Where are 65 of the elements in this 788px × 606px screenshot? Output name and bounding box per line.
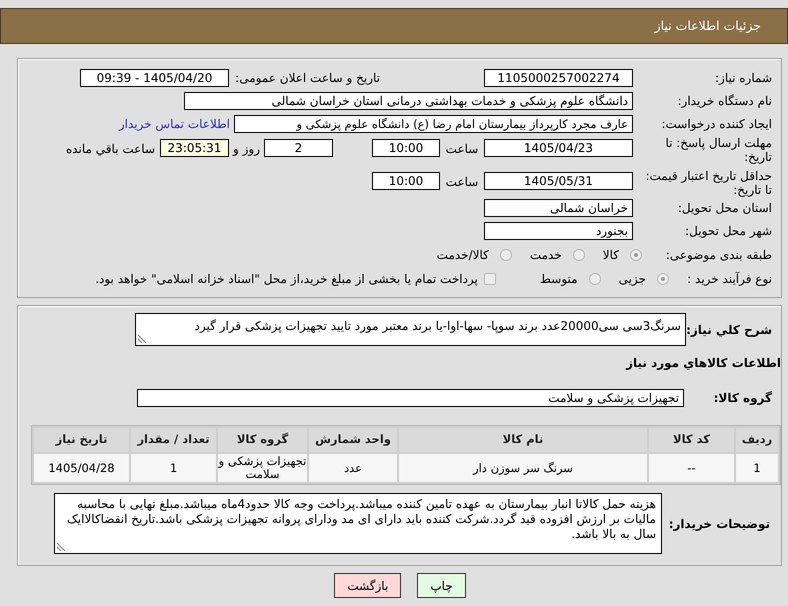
field-label: نام دستگاه خریدار: [676,92,772,110]
radio-button[interactable] [572,248,585,260]
buyer-org-field[interactable]: دانشگاه علوم پزشکی و خدمات بهداشتی درمانی استان خراسان شمالی [184,92,633,110]
field-label: گروه کالا: [712,390,772,407]
print-button[interactable]: چاپ [417,573,466,598]
radio-button[interactable] [588,273,601,285]
field-label: تاریخ و ساعت اعلان عمومی: [234,70,380,86]
section-heading: اطلاعات کالاهاي مورد نياز [624,355,781,372]
description-field[interactable]: سرنگ3سی سی20000عدد برند سوپا- سها-اوا-یا برند معتبر مورد تایید تجهیزات پزشکی قرار گیرد [135,313,686,346]
field-label: شماره نیاز: [714,70,772,86]
buyer-contact-link[interactable]: اطلاعات تماس خریدار [118,114,230,132]
table-cell: عدد [309,454,397,482]
field-label: نوع فرآیند خرید : [686,271,772,288]
radio-label: کالا/خدمت [436,246,489,264]
radio-button[interactable] [500,248,512,260]
table-cell: تجهیزات پزشکی و سلامت [218,454,307,482]
time-label: ساعت [444,174,480,191]
radio-button[interactable] [657,273,669,285]
radio-label: خدمت [530,246,562,264]
resize-grip-icon[interactable] [57,543,65,551]
buyer-notes-field[interactable]: هزینه حمل کالاتا انبار بیمارستان به عهده تامین کننده میباشد.پرداخت وجه کالا حدود4ماه میباشد.مبلغ نهایی با محاسبه مالیات بر ارزش افزوده قید گردد.شرکت کننده باید دارای ای مد ودارای پروانه تجهیزات پزشکی باشد.تاریخ انقضاکالاایک سال به بالا باشد. [54,493,662,554]
column-header: تعداد / مقدار [131,428,216,452]
reply-date-field[interactable]: 1405/04/23 [484,139,633,157]
days-left-field[interactable]: 2 [264,139,333,157]
field-label: استان محل تحویل: [676,200,772,216]
field-label: شهر محل تحویل: [684,222,772,240]
validity-time-field[interactable]: 10:00 [372,172,440,190]
field-label: طبقه بندی موضوعی: [664,246,772,264]
column-header: کد کالا [649,428,734,452]
field-label: حداقل تاریخ اعتبار قیمت: تا تاریخ: [644,168,772,197]
city-field[interactable]: بجنورد [484,222,633,240]
days-label: روز و [232,141,261,158]
table-cell: 1 [736,454,778,482]
radio-label: متوسط [540,271,578,288]
field-label: توضیحات خریدار: [668,516,770,532]
province-field[interactable]: خراسان شمالی [484,198,633,216]
column-header: تاریخ نیاز [34,428,129,452]
resize-grip-icon[interactable] [138,335,146,343]
checkbox[interactable] [484,273,496,285]
table-cell: 1 [131,454,216,482]
column-header: ردیف [736,428,778,452]
radio-label: کالا [602,246,619,264]
time-left-field[interactable]: 23:05:31 [160,139,229,157]
time-left-label: ساعت باقي مانده [66,141,155,158]
requester-field[interactable]: عارف مجرد کارپرداز بیمارستان امام رضا (ع) دانشگاه علوم پزشکی و [234,114,633,132]
field-label: شرح کلي نياز: [686,322,772,338]
radio-button[interactable] [630,248,642,260]
announcement-date-field[interactable]: 1405/04/20 - 09:39 [80,68,229,86]
page-title: جزئیات اطلاعات نیاز [654,16,761,35]
column-header: واحد شمارش [309,428,397,452]
back-button[interactable]: بازگشت [334,573,402,598]
radio-label: جزیی [618,271,646,288]
table-cell: سرنگ سر سوزن دار [399,454,647,482]
field-label: مهلت ارسال پاسخ: تا تاریخ: [664,135,772,164]
field-label: ایجاد کننده درخواست: [660,116,772,132]
column-header: گروه کالا [218,428,307,452]
goods-group-field[interactable]: تجهیزات پزشکی و سلامت [137,389,684,407]
reply-time-field[interactable]: 10:00 [372,139,440,157]
need-number-field[interactable]: 1105000257002274 [484,68,633,86]
table-cell: 1405/04/28 [34,454,129,482]
table-cell: -- [649,454,734,482]
validity-date-field[interactable]: 1405/05/31 [484,172,633,190]
checkbox-label: پرداخت تمام یا بخشی از مبلغ خرید،از محل "اسناد خزانه اسلامی" خواهد بود. [95,271,478,288]
time-label: ساعت [444,141,480,158]
column-header: نام کالا [399,428,647,452]
